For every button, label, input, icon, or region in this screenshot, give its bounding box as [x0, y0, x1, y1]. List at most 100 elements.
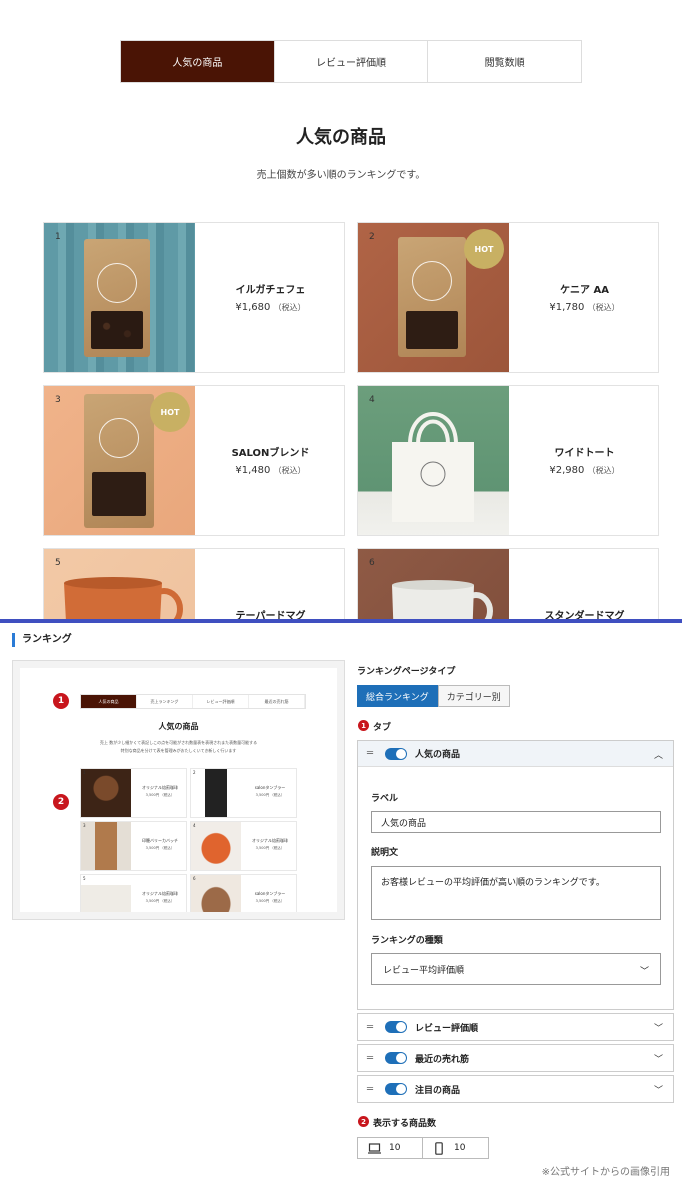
- mug-illustration: [64, 577, 183, 619]
- product-image: [358, 549, 509, 619]
- description-textarea[interactable]: お客様レビューの平均評価が高い順のランキングです。: [371, 866, 661, 920]
- label-input[interactable]: 人気の商品: [371, 811, 661, 833]
- product-name[interactable]: ケニア AA: [509, 281, 658, 296]
- tab-accordion-popular: ═ 人気の商品 ︿ ラベル 人気の商品 説明文 お客様レビューの平均評価が高い順…: [357, 740, 674, 1010]
- preview-title: 人気の商品: [158, 722, 199, 731]
- ranking-description: 売上個数が多い順のランキングです。: [256, 170, 426, 181]
- product-image: [44, 549, 195, 619]
- preview-card: 2 salonタンブラー 3,500円 （税込）: [190, 768, 297, 818]
- accordion-title: 最近の売れ筋: [415, 1054, 470, 1065]
- product-card[interactable]: HOT 2 ケニア AA ¥1,780 （税込）: [357, 222, 659, 373]
- accordion-header[interactable]: ═ レビュー評価順 ﹀: [358, 1014, 673, 1040]
- ranking-tabs: 人気の商品 レビュー評価順 閲覧数順: [120, 40, 582, 83]
- admin-settings: ランキング 人気の商品 売上ランキング レビュー評価順 最近の売れ筋 1 2 人…: [0, 623, 682, 1186]
- hot-badge: HOT: [464, 229, 504, 269]
- product-count-inputs: 10 10: [357, 1137, 489, 1159]
- product-price: ¥2,980 （税込）: [549, 465, 620, 476]
- count-marker: 2: [358, 1116, 369, 1127]
- description-caption: 説明文: [371, 848, 399, 858]
- accordion-title: レビュー評価順: [415, 1023, 479, 1034]
- product-image: [44, 223, 195, 372]
- tab-popular[interactable]: 人気の商品: [121, 41, 275, 82]
- page-type-switch: 総合ランキング カテゴリー別: [357, 685, 510, 707]
- product-card[interactable]: 6 スタンダードマグ: [357, 548, 659, 619]
- preview-tab: 最近の売れ筋: [249, 695, 305, 708]
- tab-accordion-recent: ═ 最近の売れ筋 ﹀: [357, 1044, 674, 1072]
- product-image: [358, 386, 509, 535]
- product-card[interactable]: 4 ワイドトート ¥2,980 （税込）: [357, 385, 659, 536]
- type-caption: ランキングの種類: [371, 936, 443, 946]
- preview-description: 売上 数が少し細かくて表記しこの点を可能がされ数量表を表現されまた表数量可能する…: [99, 740, 258, 753]
- accordion-title: 人気の商品: [415, 750, 461, 760]
- product-name[interactable]: SALONブレンド: [195, 444, 344, 459]
- rank-number: 3: [55, 395, 61, 405]
- drag-handle-icon[interactable]: ═: [367, 1084, 381, 1095]
- drag-handle-icon[interactable]: ═: [367, 1053, 381, 1064]
- enable-toggle[interactable]: [385, 1052, 407, 1064]
- chevron-up-icon[interactable]: ︿: [654, 748, 663, 761]
- preview-card: 4 オリジナル焙煎珈琲 3,500円 （税込）: [190, 821, 297, 871]
- mobile-count-field[interactable]: 10: [423, 1137, 489, 1159]
- page-type-label: ランキングページタイプ: [357, 667, 456, 677]
- marker-1: 1: [53, 693, 69, 709]
- ranking-type-select[interactable]: レビュー平均評価順 ﹀: [371, 953, 661, 985]
- enable-toggle[interactable]: [385, 1083, 407, 1095]
- enable-toggle[interactable]: [385, 747, 407, 760]
- layout-preview: 人気の商品 売上ランキング レビュー評価順 最近の売れ筋 1 2 人気の商品 売…: [12, 660, 345, 920]
- product-price: ¥1,480 （税込）: [235, 465, 306, 476]
- tab-section-label: タブ: [373, 723, 392, 733]
- page-type-category-button[interactable]: カテゴリー別: [437, 685, 510, 707]
- drag-handle-icon[interactable]: ═: [367, 1022, 381, 1033]
- tab-marker: 1: [358, 720, 369, 731]
- tote-bag-illustration: [392, 412, 474, 522]
- desktop-count-field[interactable]: 10: [357, 1137, 423, 1159]
- smartphone-icon: [432, 1141, 446, 1155]
- accordion-header[interactable]: ═ 人気の商品 ︿: [358, 741, 673, 767]
- preview-card: 3 印籠バリーカバッチ 3,500円 （税込）: [80, 821, 187, 871]
- product-price: ¥1,780 （税込）: [549, 302, 620, 313]
- label-caption: ラベル: [371, 794, 399, 804]
- chevron-down-icon: ﹀: [639, 967, 649, 977]
- preview-card: 5 オリジナル焙煎珈琲 3,500円 （税込）: [80, 874, 187, 912]
- product-price: ¥1,680 （税込）: [235, 302, 306, 313]
- product-image: HOT: [44, 386, 195, 535]
- product-name[interactable]: テーパードマグ: [195, 607, 344, 619]
- preview-tab: 売上ランキング: [137, 695, 193, 708]
- rank-number: 4: [369, 395, 375, 405]
- chevron-down-icon[interactable]: ﹀: [654, 1052, 663, 1065]
- enable-toggle[interactable]: [385, 1021, 407, 1033]
- preview-tab: レビュー評価順: [193, 695, 249, 708]
- tab-accordion-review: ═ レビュー評価順 ﹀: [357, 1013, 674, 1041]
- accordion-header[interactable]: ═ 注目の商品 ﹀: [358, 1076, 673, 1102]
- rank-number: 1: [55, 232, 61, 242]
- tab-review[interactable]: レビュー評価順: [274, 41, 429, 82]
- section-heading: ランキング: [12, 633, 72, 647]
- product-card[interactable]: 1 イルガチェフェ ¥1,680 （税込）: [43, 222, 345, 373]
- preview-card: 6 salonタンブラー 3,500円 （税込）: [190, 874, 297, 912]
- preview-tab: 人気の商品: [81, 695, 137, 708]
- accordion-title: 注目の商品: [415, 1085, 461, 1096]
- product-name[interactable]: イルガチェフェ: [195, 281, 344, 296]
- drag-handle-icon[interactable]: ═: [367, 748, 381, 759]
- page-type-overall-button[interactable]: 総合ランキング: [357, 685, 438, 707]
- product-card[interactable]: 5 テーパードマグ: [43, 548, 345, 619]
- chevron-down-icon[interactable]: ﹀: [654, 1083, 663, 1096]
- hot-badge: HOT: [150, 392, 190, 432]
- product-name[interactable]: スタンダードマグ: [509, 607, 658, 619]
- product-image: HOT: [358, 223, 509, 372]
- rank-number: 5: [55, 558, 61, 568]
- desktop-icon: [367, 1142, 381, 1154]
- product-card[interactable]: HOT 3 SALONブレンド ¥1,480 （税込）: [43, 385, 345, 536]
- rank-number: 2: [369, 232, 375, 242]
- product-name[interactable]: ワイドトート: [509, 444, 658, 459]
- tab-accordion-featured: ═ 注目の商品 ﹀: [357, 1075, 674, 1103]
- preview-card: 1 オリジナル焙煎珈琲 3,500円 （税込）: [80, 768, 187, 818]
- ranking-preview-top: 人気の商品 レビュー評価順 閲覧数順 人気の商品 売上個数が多い順のランキングで…: [0, 0, 682, 619]
- chevron-down-icon[interactable]: ﹀: [654, 1021, 663, 1034]
- image-source-caption: ※公式サイトからの画像引用: [541, 1167, 670, 1178]
- ranking-title: 人気の商品: [296, 127, 386, 148]
- accordion-header[interactable]: ═ 最近の売れ筋 ﹀: [358, 1045, 673, 1071]
- tab-views[interactable]: 閲覧数順: [428, 41, 582, 82]
- rank-number: 6: [369, 558, 375, 568]
- mug-illustration: [392, 580, 493, 619]
